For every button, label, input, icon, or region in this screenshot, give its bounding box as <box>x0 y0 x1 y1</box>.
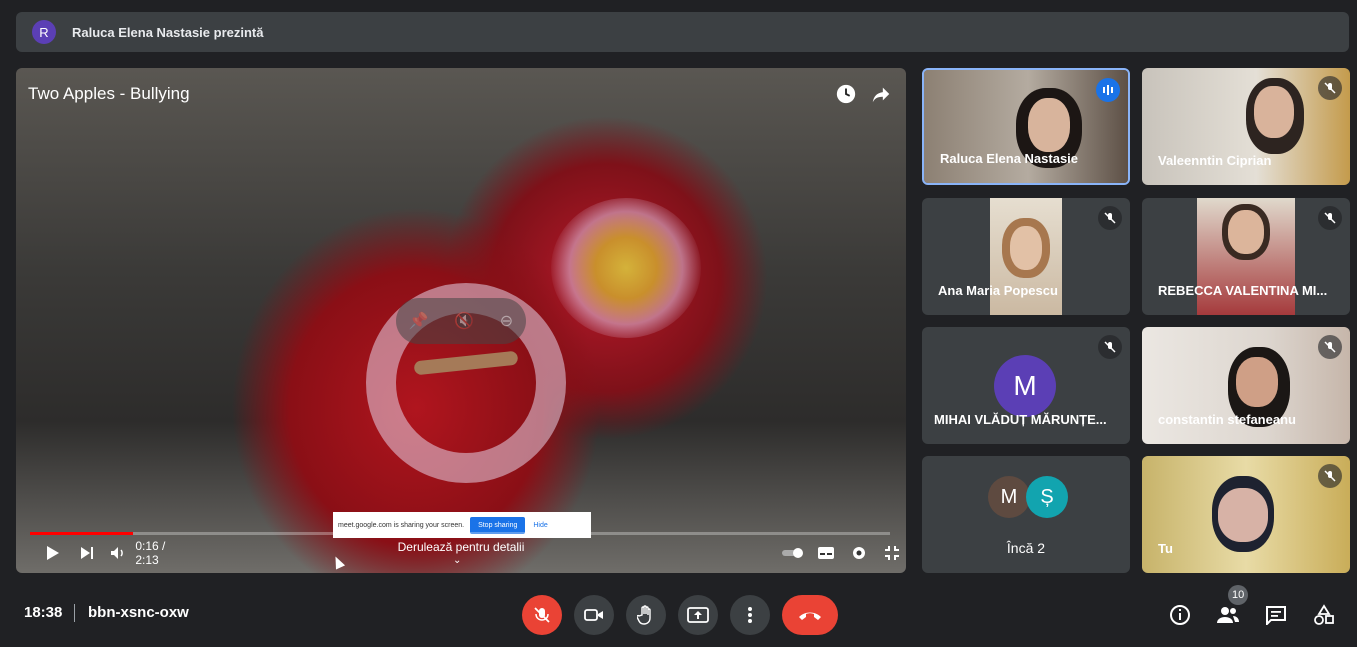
speaking-indicator-icon <box>1096 78 1120 102</box>
mic-off-icon <box>534 607 550 623</box>
participant-tile-valeenntin[interactable]: Valeenntin Ciprian <box>1142 68 1350 185</box>
subtitles-icon[interactable] <box>813 538 840 568</box>
divider <box>74 604 75 622</box>
participant-tile-more[interactable]: M Ș Încă 2 <box>922 456 1130 573</box>
participant-tile-ana[interactable]: Ana Maria Popescu <box>922 198 1130 315</box>
volume-icon[interactable] <box>104 538 131 568</box>
clock: 18:38 <box>24 604 63 621</box>
more-vert-icon <box>748 607 752 623</box>
pin-icon[interactable]: 📌 <box>409 311 429 331</box>
participant-count-badge: 10 <box>1228 585 1249 605</box>
mic-off-icon <box>1318 206 1342 230</box>
face <box>1236 357 1278 407</box>
leave-call-button[interactable] <box>782 595 838 635</box>
face <box>1254 86 1294 138</box>
participant-tile-self[interactable]: Tu <box>1142 456 1350 573</box>
remove-icon[interactable]: ⊖ <box>500 311 513 331</box>
mic-toggle-button[interactable] <box>522 595 562 635</box>
participant-avatar: M <box>988 476 1030 518</box>
sharing-text: meet.google.com is sharing your screen. <box>338 521 465 529</box>
participant-name: Tu <box>1158 541 1173 556</box>
meeting-details-button[interactable] <box>1164 599 1196 631</box>
participant-name: MIHAI VLĂDUȚ MĂRUNȚE... <box>934 412 1107 427</box>
people-icon <box>1217 607 1239 623</box>
autoplay-toggle[interactable] <box>780 538 807 568</box>
participant-tile-mihai[interactable]: M MIHAI VLĂDUȚ MĂRUNȚE... <box>922 327 1130 444</box>
apple-back-core <box>551 198 701 338</box>
chevron-down-icon[interactable]: ⌄ <box>453 555 461 566</box>
face <box>1028 98 1070 152</box>
participant-tile-rebecca[interactable]: REBECCA VALENTINA MI... <box>1142 198 1350 315</box>
participant-avatar: Ș <box>1026 476 1068 518</box>
video-progress-bar[interactable] <box>30 532 890 535</box>
next-icon[interactable] <box>73 538 100 568</box>
hand-icon <box>637 605 651 625</box>
settings-gear-icon[interactable] <box>846 538 873 568</box>
activities-button[interactable] <box>1308 599 1340 631</box>
video-title[interactable]: Two Apples - Bullying <box>28 84 190 104</box>
presenting-text: Raluca Elena Nastasie prezintă <box>72 24 264 40</box>
raise-hand-button[interactable] <box>626 595 666 635</box>
watch-later-icon[interactable] <box>834 82 858 106</box>
participant-avatar: M <box>994 355 1056 417</box>
presenting-banner: R Raluca Elena Nastasie prezintă <box>16 12 1349 52</box>
chat-icon <box>1266 606 1286 625</box>
mic-off-icon <box>1318 335 1342 359</box>
play-icon[interactable] <box>38 538 65 568</box>
stop-sharing-button[interactable]: Stop sharing <box>470 516 526 534</box>
hang-up-icon <box>799 612 821 620</box>
meeting-code[interactable]: bbn-xsnc-oxw <box>88 604 189 621</box>
mic-off-icon <box>1098 335 1122 359</box>
presenter-avatar: R <box>32 20 56 44</box>
activities-icon <box>1314 604 1334 625</box>
participant-tile-raluca[interactable]: Raluca Elena Nastasie <box>922 68 1130 185</box>
participant-name: Valeenntin Ciprian <box>1158 153 1272 168</box>
video-progress-fill <box>30 532 134 535</box>
meeting-controls-bar: 18:38 bbn-xsnc-oxw 10 <box>0 583 1357 647</box>
face <box>1010 226 1042 270</box>
info-icon <box>1170 605 1190 625</box>
mic-off-icon <box>1318 76 1342 100</box>
more-options-button[interactable] <box>730 595 770 635</box>
present-now-button[interactable] <box>678 595 718 635</box>
participant-name: REBECCA VALENTINA MI... <box>1158 283 1328 298</box>
mute-speaker-icon[interactable]: 🔇 <box>454 311 474 331</box>
share-icon[interactable] <box>869 82 893 106</box>
mic-off-icon <box>1318 464 1342 488</box>
participant-name: Raluca Elena Nastasie <box>940 151 1079 166</box>
exit-fullscreen-icon[interactable] <box>879 538 906 568</box>
more-participants-label: Încă 2 <box>1006 540 1046 556</box>
camera-toggle-button[interactable] <box>574 595 614 635</box>
chat-button[interactable] <box>1260 599 1292 631</box>
participant-name: constantin stefaneanu <box>1158 412 1296 427</box>
face <box>1218 488 1268 542</box>
video-time: 0:16 / 2:13 <box>135 539 166 567</box>
participant-name: Ana Maria Popescu <box>938 283 1058 298</box>
tile-overlay-controls: 📌 🔇 ⊖ <box>396 298 526 344</box>
presentation-screen[interactable]: Two Apples - Bullying 📌 🔇 ⊖ meet.google.… <box>16 68 906 573</box>
hide-button[interactable]: Hide <box>533 522 547 529</box>
mic-off-icon <box>1098 206 1122 230</box>
face <box>1228 210 1264 254</box>
scroll-hint[interactable]: Derulează pentru detalii <box>356 540 566 554</box>
participant-tile-constantin[interactable]: constantin stefaneanu <box>1142 327 1350 444</box>
present-screen-icon <box>687 607 709 623</box>
camera-icon <box>584 609 603 621</box>
